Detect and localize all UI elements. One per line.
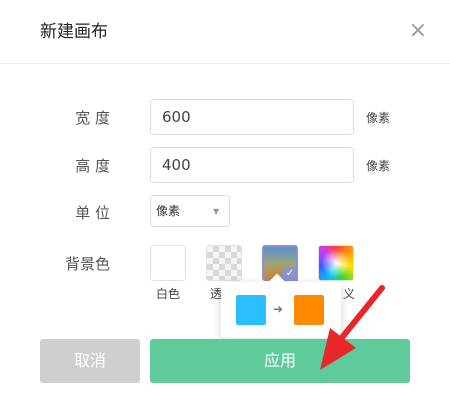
swatch-label-white: 白色 [156,287,181,301]
new-canvas-dialog: 新建画布 × 宽 度 像素 高 度 像素 单 位 像素 ▼ 背景色 ✓ 白色 透… [0,0,450,412]
gradient-end-color[interactable] [294,295,324,325]
unit-select[interactable]: 像素 ▼ [150,195,230,227]
width-input[interactable] [150,99,354,135]
gradient-popover: ➜ [221,273,341,338]
cancel-button[interactable]: 取消 [40,339,140,383]
arrow-right-icon: ➜ [273,302,284,316]
chevron-down-icon: ▼ [213,207,220,216]
unit-label: 单 位 [75,204,110,222]
background-custom-swatch[interactable] [318,245,354,281]
swatch-label-custom: 义 [343,287,356,301]
height-input[interactable] [150,147,354,183]
unit-select-value: 像素 [156,204,181,218]
width-unit: 像素 [366,111,391,125]
width-label: 宽 度 [75,109,110,127]
height-unit: 像素 [366,159,391,173]
close-icon[interactable]: × [405,18,431,44]
background-label: 背景色 [64,255,110,273]
background-white-swatch[interactable] [150,245,186,281]
height-label: 高 度 [75,157,110,175]
dialog-title: 新建画布 [40,22,108,42]
selected-check-icon: ✓ [282,267,298,281]
gradient-start-color[interactable] [236,295,266,325]
dialog-header: 新建画布 × [0,0,450,64]
background-transparent-swatch[interactable] [206,245,242,281]
apply-button[interactable]: 应用 [150,339,410,383]
